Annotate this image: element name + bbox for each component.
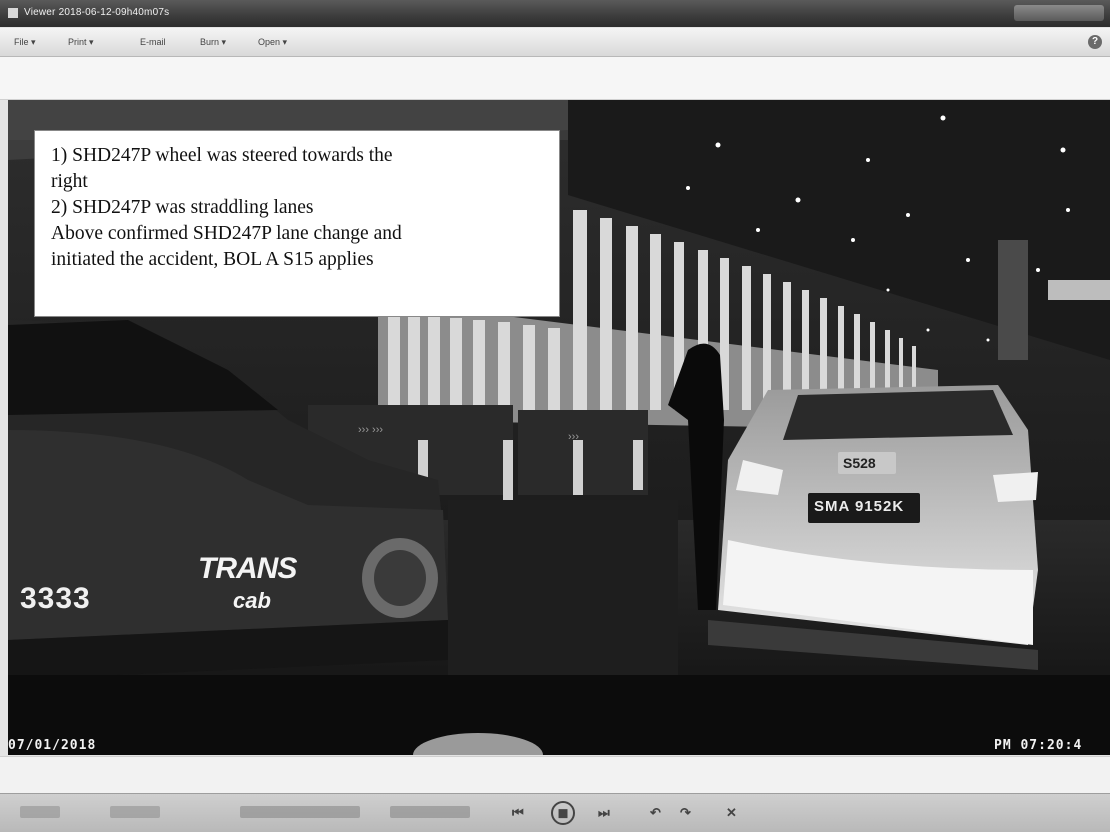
toolbar-button[interactable] [390, 806, 470, 818]
car-license-plate: SMA 9152K [814, 498, 905, 515]
taxi-number: 3333 [20, 582, 91, 615]
annotation-box: 1) SHD247P wheel was steered towards the… [34, 130, 560, 317]
taxi-brand-top: TRANS [198, 552, 297, 585]
status-strip [0, 756, 1110, 793]
toolbar-area [0, 57, 1110, 100]
title-bar: Viewer 2018-06-12-09h40m07s [0, 0, 1110, 27]
annotation-line-4: Above confirmed SHD247P lane change and [51, 223, 402, 244]
annotation-line-2: right [51, 171, 88, 192]
menu-file[interactable]: File ▾ [14, 37, 36, 48]
window-controls[interactable] [1014, 5, 1104, 21]
annotation-line-3: 2) SHD247P was straddling lanes [51, 197, 314, 218]
toolbar-button[interactable] [110, 806, 160, 818]
close-icon[interactable]: ✕ [726, 805, 737, 821]
window-title: Viewer 2018-06-12-09h40m07s [24, 7, 170, 18]
forward-icon[interactable]: ⏭ [598, 805, 610, 821]
app-icon [8, 8, 18, 18]
annotation-line-1: 1) SHD247P wheel was steered towards the [51, 145, 393, 166]
menu-bar: File ▾ Print ▾ E-mail Burn ▾ Open ▾ ? [0, 28, 1110, 57]
menu-print[interactable]: Print ▾ [68, 37, 94, 48]
help-icon[interactable]: ? [1088, 35, 1102, 49]
car-badge: S528 [843, 455, 876, 471]
menu-open[interactable]: Open ▾ [258, 37, 287, 48]
annotation-line-5: initiated the accident, BOL A S15 applie… [51, 249, 374, 270]
time-stamp: PM 07:20:4 [994, 738, 1083, 753]
redo-icon[interactable]: ↷ [680, 805, 691, 821]
stop-icon[interactable]: ◼ [551, 801, 575, 825]
undo-icon[interactable]: ↶ [650, 805, 661, 821]
menu-email[interactable]: E-mail [140, 37, 166, 47]
white-car [708, 385, 1038, 670]
svg-text:››› ›››: ››› ››› [358, 424, 383, 436]
taxi-brand-bottom: cab [233, 588, 271, 613]
date-stamp: 07/01/2018 [8, 738, 97, 753]
toolbar-button[interactable] [20, 806, 60, 818]
rewind-icon[interactable]: ⏮ [512, 805, 524, 821]
toolbar-button[interactable] [240, 806, 360, 818]
viewer-window: Viewer 2018-06-12-09h40m07s File ▾ Print… [0, 0, 1110, 832]
menu-burn[interactable]: Burn ▾ [200, 37, 226, 48]
playback-bar: ⏮ ◼ ⏭ ↶ ↷ ✕ [0, 793, 1110, 832]
